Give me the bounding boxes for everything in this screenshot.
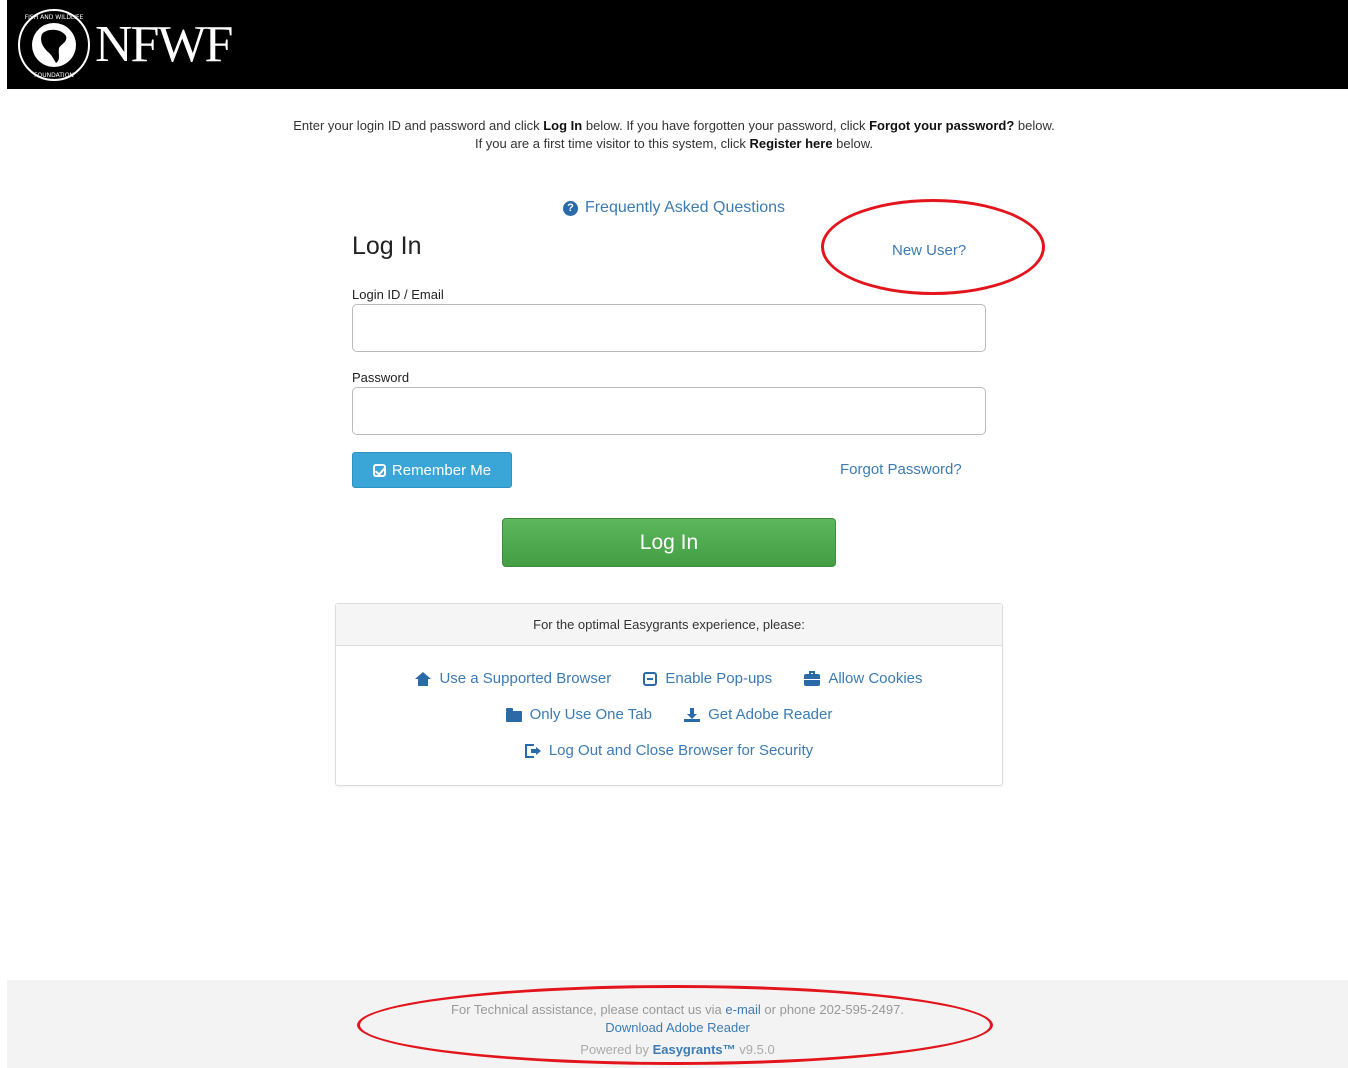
remember-me-toggle[interactable]: Remember Me — [352, 452, 512, 488]
version-text: v9.5.0 — [735, 1042, 775, 1057]
remember-me-label: Remember Me — [391, 461, 492, 479]
footer-text-part: Powered by — [580, 1042, 653, 1057]
home-icon — [415, 671, 432, 686]
login-button-label: Log In — [639, 530, 699, 554]
footer-text-part: or phone 202-595-2497. — [760, 1002, 904, 1017]
email-link[interactable]: e-mail — [725, 1002, 760, 1017]
intro-text-part: Enter your login ID and password and cli… — [293, 118, 544, 133]
adobe-reader-label: Get Adobe Reader — [708, 706, 833, 723]
enable-popups-label: Enable Pop-ups — [665, 670, 773, 687]
page-footer: For Technical assistance, please contact… — [7, 980, 1348, 1068]
logo-text: NFWF — [95, 16, 233, 73]
easygrants-link[interactable]: Easygrants™ — [653, 1042, 736, 1057]
faq-label: Frequently Asked Questions — [584, 199, 786, 216]
folder-icon — [505, 707, 522, 722]
tips-row-2: Only Use One Tab Get Adobe Reader — [336, 706, 1002, 726]
login-title: Log In — [352, 232, 422, 260]
intro-emphasis: Register here — [749, 136, 833, 151]
browser-tips-panel: For the optimal Easygrants experience, p… — [335, 603, 1003, 786]
one-tab-link[interactable]: Only Use One Tab — [505, 706, 652, 723]
tips-row-1: Use a Supported Browser Enable Pop-ups A… — [336, 670, 1002, 690]
svg-text:FISH AND WILDLIFE: FISH AND WILDLIFE — [25, 14, 84, 21]
allow-cookies-label: Allow Cookies — [828, 670, 923, 687]
question-circle-icon: ? — [562, 201, 578, 216]
password-label: Password — [352, 370, 410, 385]
footer-text-part: For Technical assistance, please contact… — [451, 1002, 726, 1017]
tips-row-3: Log Out and Close Browser for Security — [336, 742, 1002, 762]
logout-icon — [524, 743, 541, 758]
download-icon — [684, 707, 701, 722]
enable-popups-link[interactable]: Enable Pop-ups — [643, 670, 772, 687]
site-header: FISH AND WILDLIFE FOUNDATION NFWF — [7, 0, 1348, 89]
forgot-password-link[interactable]: Forgot Password? — [840, 461, 962, 478]
intro-text-part: below. — [1014, 118, 1055, 133]
one-tab-label: Only Use One Tab — [529, 706, 652, 723]
password-input[interactable] — [352, 387, 986, 435]
briefcase-icon — [804, 670, 821, 686]
nfwf-logo[interactable]: FISH AND WILDLIFE FOUNDATION NFWF — [17, 8, 233, 82]
logout-security-link[interactable]: Log Out and Close Browser for Security — [524, 742, 814, 759]
checkbox-checked-icon — [372, 463, 386, 477]
intro-line-2: If you are a first time visitor to this … — [0, 135, 1348, 153]
svg-text:FOUNDATION: FOUNDATION — [34, 72, 74, 79]
login-id-label: Login ID / Email — [352, 287, 444, 302]
new-user-link[interactable]: New User? — [892, 242, 966, 259]
logout-security-label: Log Out and Close Browser for Security — [548, 742, 814, 759]
adobe-reader-link[interactable]: Get Adobe Reader — [684, 706, 832, 723]
nfwf-seal-icon: FISH AND WILDLIFE FOUNDATION — [18, 9, 90, 81]
intro-text-part: If you are a first time visitor to this … — [474, 136, 750, 151]
popup-window-icon — [643, 671, 658, 686]
technical-assistance-text: For Technical assistance, please contact… — [7, 1002, 1348, 1017]
intro-emphasis: Forgot your password? — [869, 118, 1015, 133]
intro-text-part: below. — [832, 136, 874, 151]
intro-text: Enter your login ID and password and cli… — [0, 117, 1348, 153]
faq-link[interactable]: ? Frequently Asked Questions — [0, 199, 1348, 217]
allow-cookies-link[interactable]: Allow Cookies — [804, 670, 923, 687]
powered-by-text: Powered by Easygrants™ v9.5.0 — [7, 1042, 1348, 1057]
intro-line-1: Enter your login ID and password and cli… — [0, 117, 1348, 135]
login-button[interactable]: Log In — [502, 518, 836, 567]
intro-text-part: below. If you have forgotten your passwo… — [582, 118, 870, 133]
login-id-input[interactable] — [352, 304, 986, 352]
tips-panel-header: For the optimal Easygrants experience, p… — [336, 604, 1002, 646]
download-adobe-reader-link[interactable]: Download Adobe Reader — [7, 1020, 1348, 1035]
supported-browser-label: Use a Supported Browser — [439, 670, 612, 687]
intro-emphasis: Log In — [543, 118, 583, 133]
supported-browser-link[interactable]: Use a Supported Browser — [415, 670, 611, 687]
